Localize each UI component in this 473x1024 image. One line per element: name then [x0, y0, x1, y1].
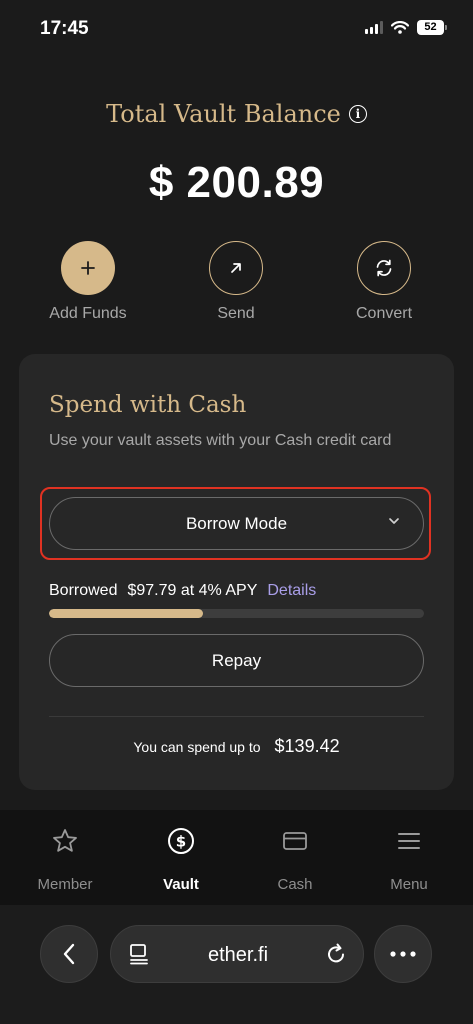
convert-button[interactable]: Convert [329, 241, 439, 323]
card-icon [245, 826, 345, 856]
tab-vault-label: Vault [163, 876, 199, 893]
borrow-progress-fill [49, 609, 203, 618]
signal-icon [365, 21, 383, 34]
star-icon [15, 826, 115, 856]
tab-bar: Member $ Vault Cash Menu [0, 810, 473, 905]
reload-icon[interactable] [324, 942, 348, 966]
repay-label: Repay [211, 650, 262, 670]
spend-limit-row: You can spend up to $139.42 [19, 736, 454, 757]
tab-cash-label: Cash [277, 876, 313, 893]
borrowed-row: Borrowed $97.79 at 4% APY Details [49, 582, 316, 600]
address-bar[interactable]: ether.fi [110, 925, 364, 983]
repay-button[interactable]: Repay [49, 634, 424, 687]
wifi-icon [391, 21, 409, 34]
plus-icon [61, 241, 115, 295]
convert-label: Convert [355, 305, 413, 322]
borrow-progress-bar [49, 609, 424, 618]
balance-header: Total Vault Balance i [0, 100, 473, 128]
convert-icon [357, 241, 411, 295]
tab-menu[interactable]: Menu [359, 826, 459, 893]
send-button[interactable]: Send [181, 241, 291, 323]
borrowed-value: $97.79 at 4% APY [127, 582, 258, 599]
screen: 17:45 52 Total Vault Balance i $ 200.89 [0, 0, 473, 1024]
status-bar: 17:45 52 [0, 0, 473, 60]
chevron-left-icon [63, 943, 75, 965]
add-funds-button[interactable]: Add Funds [33, 241, 143, 323]
borrow-mode-label: Borrow Mode [185, 513, 288, 533]
status-time: 17:45 [40, 18, 89, 39]
spend-card: Spend with Cash Use your vault assets wi… [19, 354, 454, 790]
status-icons: 52 [365, 20, 447, 35]
tab-menu-label: Menu [390, 876, 428, 893]
borrowed-label: Borrowed [49, 582, 118, 599]
tab-cash[interactable]: Cash [245, 826, 345, 893]
card-title: Spend with Cash [49, 392, 247, 418]
menu-icon [359, 826, 459, 856]
details-link[interactable]: Details [267, 582, 316, 600]
battery-level: 52 [417, 20, 444, 35]
divider [49, 716, 424, 717]
balance-amount: $ 200.89 [148, 158, 325, 207]
balance-title: Total Vault Balance [106, 100, 341, 128]
browser-bar: ether.fi [0, 905, 473, 1024]
spend-limit-label: You can spend up to [133, 739, 261, 755]
arrow-up-right-icon [209, 241, 263, 295]
tab-member-label: Member [37, 876, 93, 893]
card-description: Use your vault assets with your Cash cre… [49, 432, 392, 449]
more-button[interactable] [374, 925, 432, 983]
battery-icon: 52 [417, 20, 447, 35]
back-button[interactable] [40, 925, 98, 983]
svg-text:$: $ [176, 833, 186, 851]
chevron-down-icon [389, 518, 399, 524]
add-funds-label: Add Funds [49, 305, 127, 322]
spend-limit-value: $139.42 [274, 736, 340, 756]
info-icon[interactable]: i [348, 105, 367, 123]
send-label: Send [217, 305, 255, 322]
tab-vault[interactable]: $ Vault [131, 826, 231, 893]
tab-member[interactable]: Member [15, 826, 115, 893]
dollar-circle-icon: $ [131, 826, 231, 856]
borrow-mode-dropdown[interactable]: Borrow Mode [49, 497, 424, 550]
more-dots-icon [390, 951, 416, 957]
